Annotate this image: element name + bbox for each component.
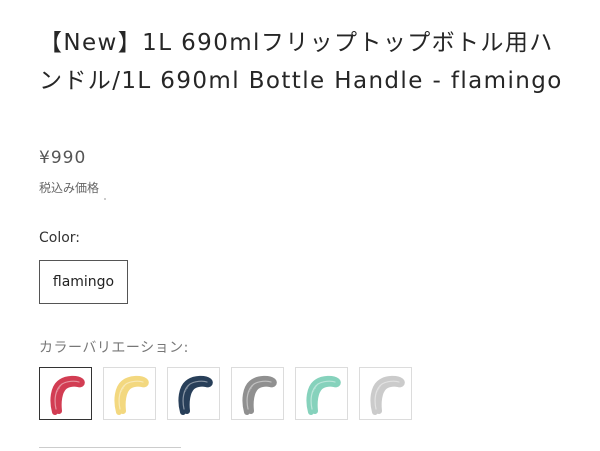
color-variation-swatches	[39, 367, 412, 420]
color-swatch-1[interactable]	[39, 367, 92, 420]
color-swatch-6[interactable]	[359, 367, 412, 420]
handle-icon	[49, 375, 85, 415]
color-variation-label: カラーバリエーション:	[39, 340, 189, 356]
color-swatch-3[interactable]	[167, 367, 220, 420]
handle-icon	[177, 375, 213, 415]
color-swatch-2[interactable]	[103, 367, 156, 420]
product-price: ¥990	[39, 148, 87, 168]
tax-included-note: 税込み価格	[39, 179, 107, 200]
handle-icon	[369, 375, 405, 415]
next-section-edge	[39, 447, 181, 451]
color-option-label: Color:	[39, 230, 81, 246]
handle-icon	[305, 375, 341, 415]
color-option-value: flamingo	[52, 274, 115, 290]
product-title: 【New】1L 690mlフリップトップボトル用ハンドル/1L 690ml Bo…	[39, 30, 563, 94]
color-swatch-4[interactable]	[231, 367, 284, 420]
handle-icon	[113, 375, 149, 415]
handle-icon	[241, 375, 277, 415]
color-option-button[interactable]: flamingo	[39, 260, 128, 304]
tax-note-label: 税込み価格	[39, 181, 100, 195]
decorative-dot	[104, 198, 107, 200]
color-swatch-5[interactable]	[295, 367, 348, 420]
